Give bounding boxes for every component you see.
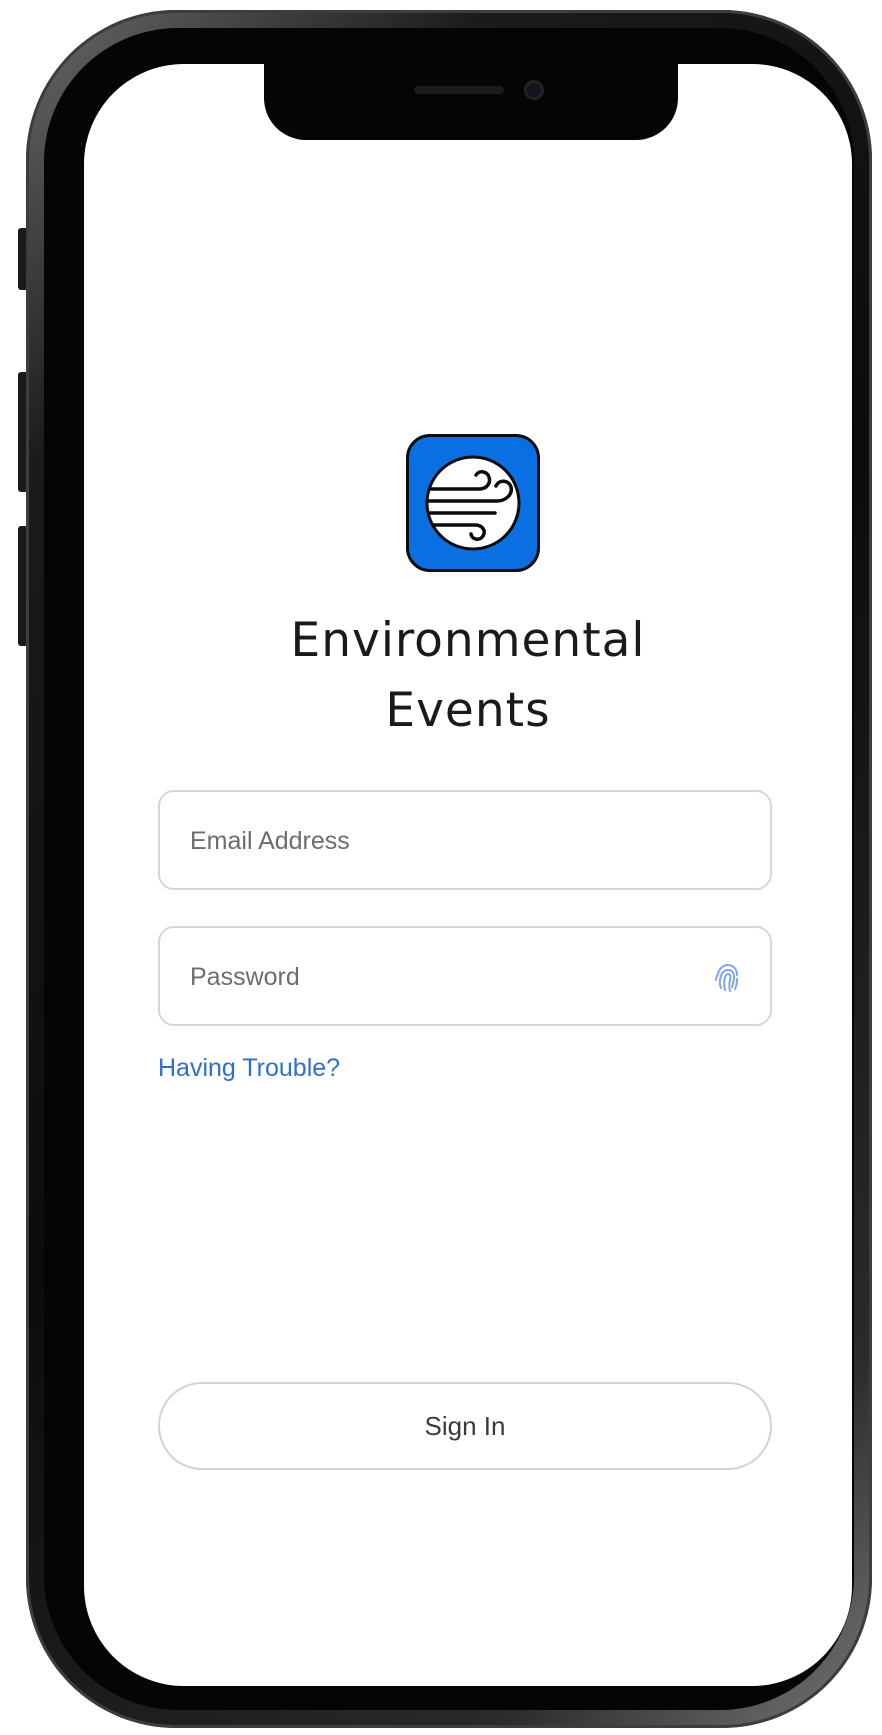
wind-icon [406,434,540,572]
notch [264,64,678,140]
login-screen: Environmental Events Having Troubl [84,64,852,1686]
sign-in-button[interactable]: Sign In [158,1382,772,1470]
earpiece-speaker [414,86,504,94]
email-field[interactable] [158,790,772,890]
app-title-line-2: Events [385,683,551,738]
fingerprint-icon[interactable] [712,962,742,994]
email-input[interactable] [188,792,672,890]
having-trouble-link[interactable]: Having Trouble? [158,1054,340,1083]
front-camera [524,80,544,100]
password-input[interactable] [188,928,672,1026]
password-field[interactable] [158,926,772,1026]
phone-frame: Environmental Events Having Troubl [26,10,872,1728]
app-title-line-1: Environmental [290,613,646,668]
device-mockup: Environmental Events Having Troubl [0,0,882,1735]
